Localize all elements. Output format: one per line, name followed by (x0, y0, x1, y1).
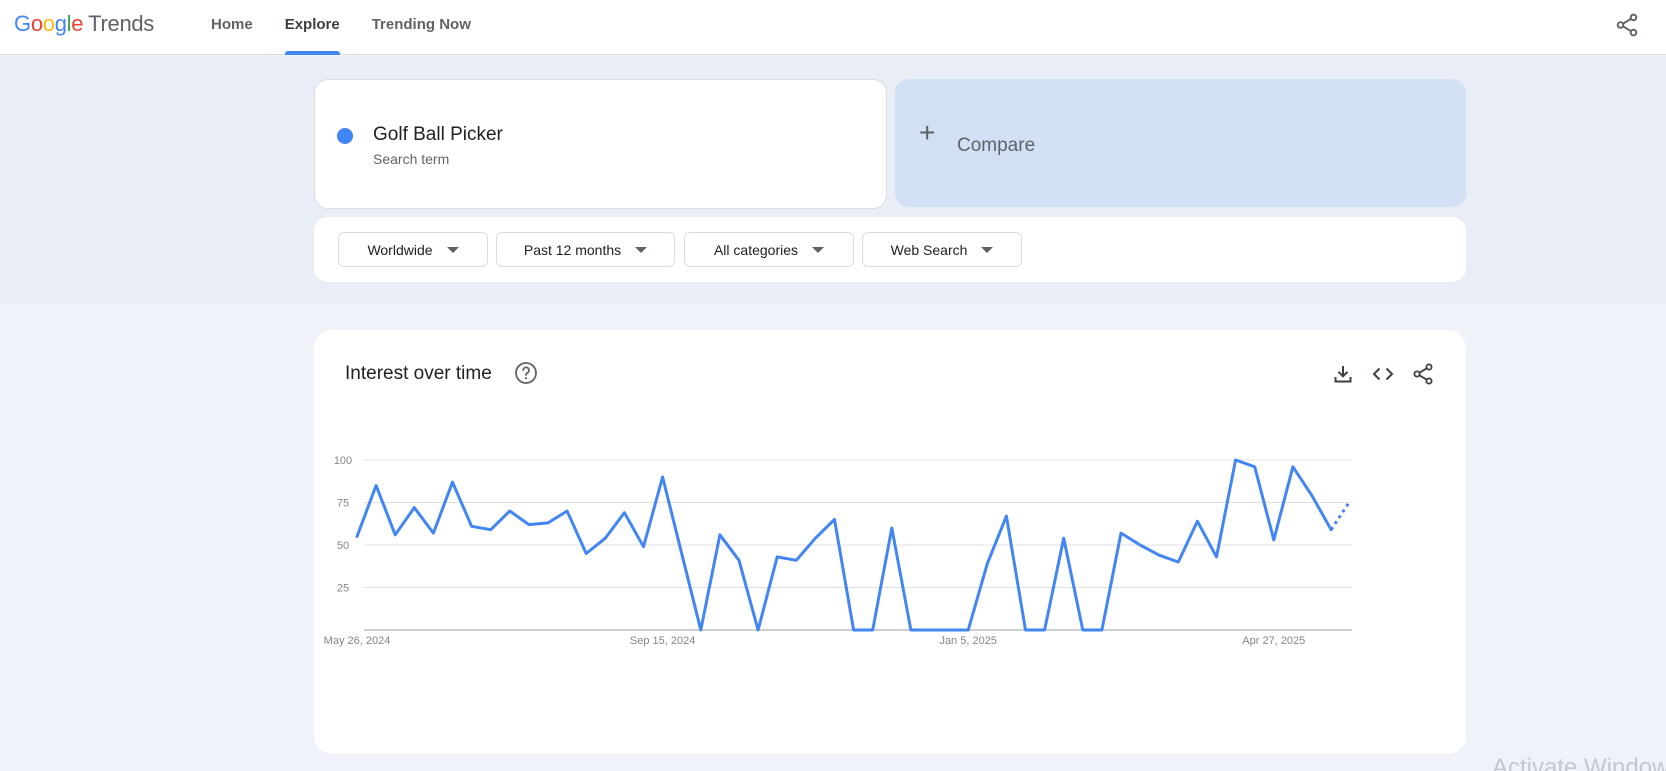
tab-trending-now-label: Trending Now (371, 16, 471, 33)
category-dropdown[interactable]: All categories (684, 232, 854, 267)
share-icon[interactable] (1614, 12, 1640, 38)
data-point (1215, 555, 1219, 559)
dropdown-arrow-icon (812, 246, 825, 253)
data-point (794, 558, 798, 562)
time-range-value: Past 12 months (523, 241, 622, 258)
data-point (642, 545, 646, 549)
data-point (775, 555, 779, 559)
data-point (1253, 465, 1257, 469)
data-point (1157, 553, 1161, 557)
data-point (412, 506, 416, 510)
data-point (890, 526, 894, 530)
data-point (546, 521, 550, 525)
data-point (813, 536, 817, 540)
data-point (374, 484, 378, 488)
x-tick-label: May 26, 2024 (324, 635, 391, 647)
data-point (1100, 628, 1104, 632)
x-tick-label: Apr 27, 2025 (1242, 635, 1305, 647)
data-point (661, 475, 665, 479)
compare-label: Compare (957, 135, 1036, 156)
data-point (1138, 543, 1142, 547)
y-tick-label: 50 (337, 540, 349, 552)
data-point (431, 531, 435, 535)
data-point (718, 533, 722, 537)
y-tick-label: 100 (334, 455, 352, 467)
data-point (622, 511, 626, 515)
data-point (1081, 628, 1085, 632)
data-point (852, 628, 856, 632)
tab-trending-now[interactable]: Trending Now (356, 0, 487, 55)
search-type-dropdown[interactable]: Web Search (862, 232, 1022, 267)
compare-button[interactable]: + Compare (895, 79, 1466, 207)
interest-line-chart: 25 50 75 100 May 26, 2024 Sep 15, 2024 Jan 5, … (324, 455, 1352, 647)
data-point (1234, 458, 1238, 462)
data-point (871, 628, 875, 632)
filter-bar: Worldwide Past 12 months All categories … (314, 217, 1466, 282)
data-point (680, 552, 684, 556)
data-point (584, 552, 588, 556)
data-point (1119, 531, 1123, 535)
data-point (1062, 536, 1066, 540)
plus-icon: + (919, 117, 936, 148)
data-point (928, 628, 932, 632)
interest-over-time-card: Interest over time 25 50 75 100 May 26, 2024… (314, 330, 1466, 754)
x-tick-label: Jan 5, 2025 (939, 635, 997, 647)
search-term-name[interactable]: Golf Ball Picker (373, 124, 503, 146)
data-point (508, 509, 512, 513)
tab-explore-label: Explore (284, 16, 340, 33)
search-term-card[interactable]: Golf Ball Picker Search term (314, 79, 887, 209)
category-value: All categories (713, 241, 799, 258)
tab-home[interactable]: Home (195, 0, 269, 55)
search-type-value: Web Search (890, 241, 968, 258)
data-point (737, 558, 741, 562)
google-trends-logo[interactable]: Google Trends (14, 11, 154, 37)
data-point (966, 628, 970, 632)
data-point (1310, 494, 1314, 498)
data-point (1272, 538, 1276, 542)
main-nav: Home Explore Trending Now (195, 0, 487, 55)
data-point (451, 480, 455, 484)
time-range-dropdown[interactable]: Past 12 months (496, 232, 675, 267)
data-point (909, 628, 913, 632)
data-point (355, 535, 359, 539)
data-point (470, 524, 474, 528)
data-point (603, 536, 607, 540)
y-tick-label: 25 (337, 583, 349, 595)
y-tick-label: 75 (337, 498, 349, 510)
term-color-dot (337, 128, 353, 144)
tab-explore[interactable]: Explore (269, 0, 356, 55)
dropdown-arrow-icon (981, 246, 994, 253)
logo-google-wordmark: Google (14, 11, 84, 36)
data-point (1176, 560, 1180, 564)
top-app-bar: Google Trends Home Explore Trending Now (0, 0, 1666, 55)
data-point (699, 628, 703, 632)
tab-home-label: Home (211, 16, 253, 33)
dropdown-arrow-icon (635, 246, 648, 253)
data-point (985, 562, 989, 566)
data-point (833, 518, 837, 522)
series-partial-line (1329, 499, 1352, 531)
data-point (947, 628, 951, 632)
search-term-subtitle: Search term (373, 151, 450, 167)
data-point (1329, 528, 1333, 532)
data-point (565, 509, 569, 513)
data-point (527, 523, 531, 527)
dropdown-arrow-icon (446, 246, 459, 253)
region-value: Worldwide (367, 241, 433, 258)
data-point (489, 528, 493, 532)
x-tick-label: Sep 15, 2024 (630, 635, 695, 647)
activate-windows-watermark: Activate Windows (1492, 754, 1666, 771)
data-point (1004, 514, 1008, 518)
data-point (393, 533, 397, 537)
data-point (756, 628, 760, 632)
data-point (1043, 628, 1047, 632)
data-point (1195, 519, 1199, 523)
region-dropdown[interactable]: Worldwide (338, 232, 488, 267)
data-point (1291, 465, 1295, 469)
data-point (1024, 628, 1028, 632)
logo-trends-text: Trends (88, 11, 155, 36)
